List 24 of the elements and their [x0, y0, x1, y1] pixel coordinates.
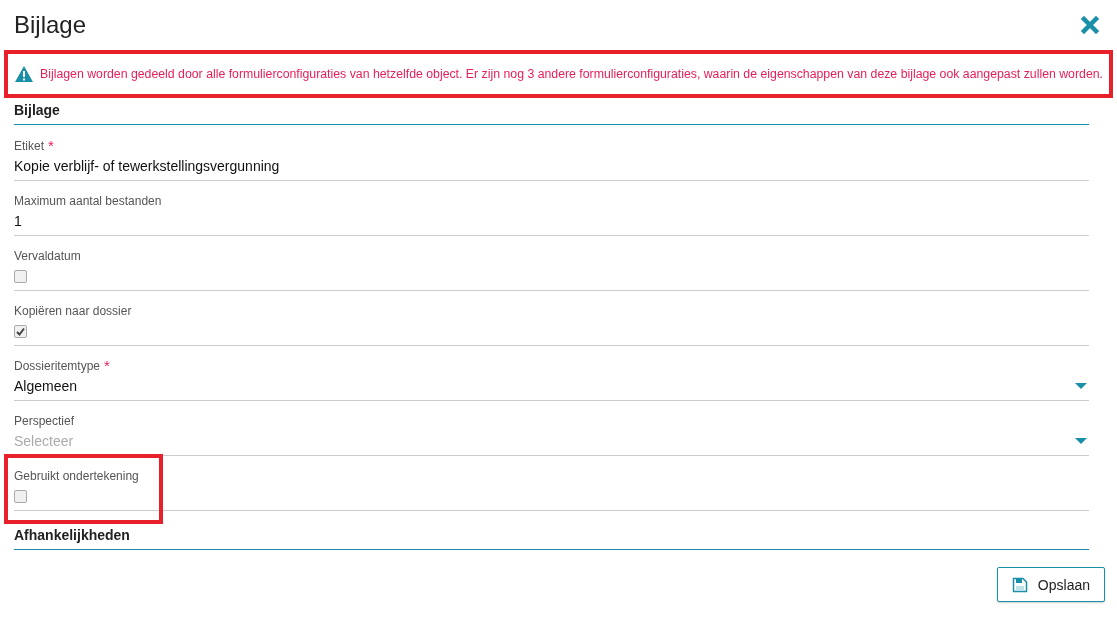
warning-icon	[14, 65, 34, 83]
field-label: Dossieritemtype	[14, 359, 101, 375]
checkbox[interactable]	[14, 490, 27, 503]
field-label: Vervaldatum	[14, 249, 81, 265]
caret-icon	[1075, 383, 1087, 389]
field-label: Maximum aantal bestanden	[14, 194, 162, 210]
checkmark-icon	[15, 326, 26, 337]
checkbox[interactable]	[14, 325, 27, 338]
close-button[interactable]	[1081, 16, 1099, 34]
required-asterisk: *	[104, 359, 110, 376]
field-label: Etiket	[14, 139, 44, 155]
caret-icon	[1075, 438, 1087, 444]
section-heading: Afhankelijkheden	[14, 523, 1089, 550]
field-label: Gebruikt ondertekening	[14, 469, 139, 485]
close-icon	[1081, 16, 1099, 34]
save-button[interactable]: Opslaan	[996, 567, 1105, 602]
warning-message: Bijlagen worden gedeeld door alle formulierconfiguraties van hetzelfde object. Er zijn nog 3 andere formulierconfiguraties, waarin de eigenschappen van deze bijlage ook aangepast zullen worden.	[40, 67, 1103, 81]
section-heading: Bijlage	[14, 98, 1089, 125]
dialog-title: Bijlage	[14, 11, 87, 39]
required-asterisk: *	[48, 139, 54, 156]
dropdown[interactable]: Algemeen	[14, 376, 1089, 396]
checkbox[interactable]	[14, 270, 27, 283]
field-label: Perspectief	[14, 414, 75, 430]
field-label: Kopiëren naar dossier	[14, 304, 132, 320]
